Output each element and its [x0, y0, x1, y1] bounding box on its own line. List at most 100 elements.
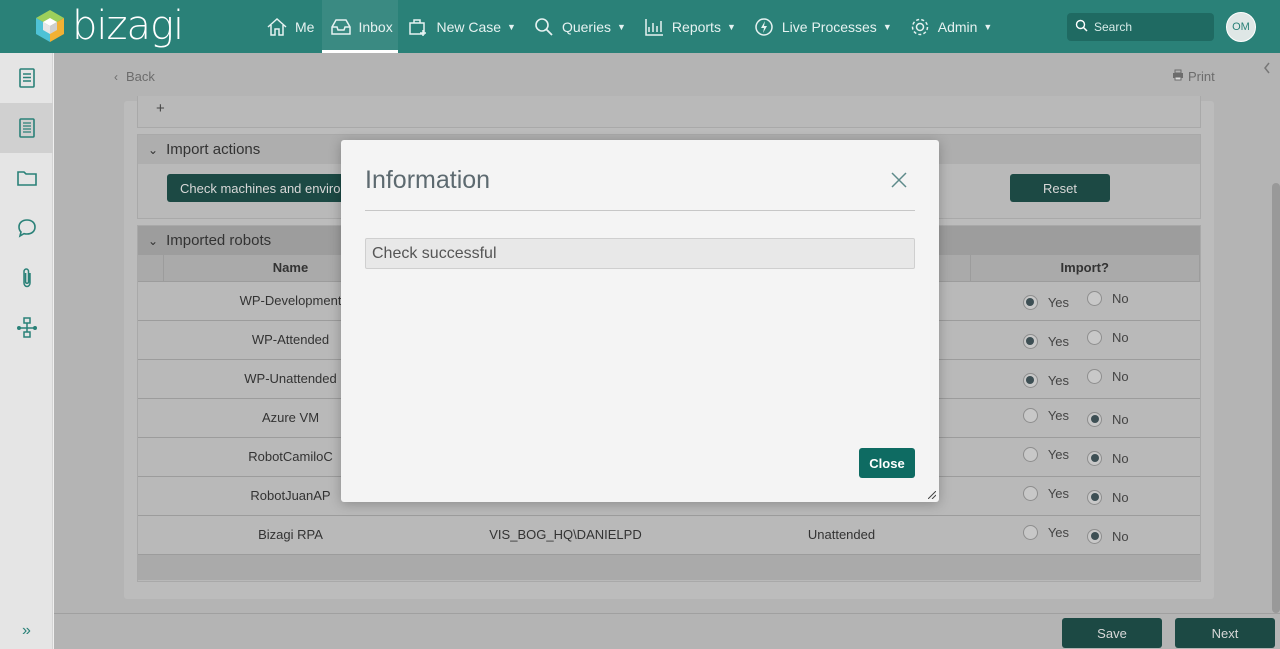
add-row-button[interactable]: +	[156, 100, 165, 117]
chevron-down-icon: ⌄	[148, 142, 159, 157]
row-select-cell	[138, 280, 163, 320]
next-button[interactable]: Next	[1175, 618, 1275, 648]
row-select-cell	[138, 514, 163, 554]
imported-robots-title: Imported robots	[166, 232, 272, 249]
dialog-title: Information	[365, 166, 491, 194]
chevron-left-icon	[1264, 62, 1270, 74]
nav-me[interactable]: Me	[257, 0, 322, 53]
back-link[interactable]: ‹ Back	[114, 69, 155, 84]
nav-me-label: Me	[295, 18, 315, 35]
dialog-close-button[interactable]: Close	[859, 448, 915, 478]
information-dialog: Information Check successful Close	[341, 140, 939, 502]
inbox-icon	[330, 15, 352, 39]
user-avatar[interactable]: OM	[1226, 12, 1256, 42]
radio-circle-icon	[1022, 525, 1038, 541]
chevron-down-icon: ▼	[983, 21, 993, 32]
chevron-down-icon: ▼	[507, 21, 516, 32]
radio-circle-icon	[1087, 291, 1103, 307]
radio-circle-icon	[1022, 447, 1038, 463]
import-yes-radio[interactable]: Yes	[1022, 333, 1070, 349]
no-label: No	[1112, 330, 1129, 346]
sidebar-item-attachments[interactable]	[0, 253, 53, 303]
import-no-radio[interactable]: No	[1087, 528, 1129, 544]
case-list-icon	[18, 118, 35, 138]
radio-circle-icon	[1022, 486, 1038, 502]
main-nav: Me Inbox New Case ▼ Queries ▼ Reports ▼ …	[257, 0, 1000, 53]
radio-circle-icon	[1087, 411, 1103, 427]
robot-import-cell: Yes No	[970, 319, 1200, 359]
import-no-radio[interactable]: No	[1087, 411, 1129, 427]
robot-import-cell: Yes No	[970, 280, 1200, 320]
gear-icon	[908, 15, 932, 39]
sidebar-item-cases[interactable]	[0, 103, 53, 153]
nav-queries[interactable]: Queries ▼	[524, 0, 634, 53]
robot-import-cell: Yes No	[970, 358, 1200, 398]
radio-circle-icon	[1087, 330, 1103, 346]
radio-circle-icon	[1022, 372, 1038, 388]
yes-label: Yes	[1047, 294, 1070, 310]
import-yes-radio[interactable]: Yes	[1022, 447, 1070, 463]
search-box[interactable]	[1067, 13, 1214, 41]
save-button[interactable]: Save	[1062, 618, 1162, 648]
sidebar-item-process-map[interactable]	[0, 303, 53, 353]
bizagi-logo[interactable]: bizagi	[34, 3, 184, 49]
import-no-radio[interactable]: No	[1087, 450, 1129, 466]
no-label: No	[1112, 411, 1129, 427]
yes-label: Yes	[1047, 333, 1070, 349]
paperclip-icon	[22, 268, 31, 288]
nav-new-case-label: New Case	[436, 18, 502, 35]
row-select-cell	[138, 397, 163, 437]
nav-inbox[interactable]: Inbox	[322, 0, 399, 53]
top-panel: +	[137, 96, 1201, 128]
sidebar-item-work-portal[interactable]	[0, 53, 53, 103]
import-no-radio[interactable]: No	[1087, 330, 1129, 346]
row-select-cell	[138, 475, 163, 515]
bottom-action-bar: Save Next	[54, 613, 1280, 649]
chevron-down-icon: ▼	[882, 21, 892, 32]
bizagi-logo-icon	[36, 10, 64, 42]
check-machines-button[interactable]: Check machines and environ	[167, 174, 367, 202]
collapse-panel-button[interactable]	[1254, 53, 1280, 83]
yes-label: Yes	[1047, 447, 1070, 463]
row-select-cell	[138, 319, 163, 359]
import-no-radio[interactable]: No	[1087, 291, 1129, 307]
import-yes-radio[interactable]: Yes	[1022, 372, 1070, 388]
radio-circle-icon	[1022, 294, 1038, 310]
document-list-icon	[18, 68, 35, 88]
import-yes-radio[interactable]: Yes	[1022, 486, 1070, 502]
page-scrollbar[interactable]	[1272, 183, 1280, 613]
dialog-close-icon[interactable]	[887, 168, 911, 192]
sidebar-item-folders[interactable]	[0, 153, 53, 203]
home-icon	[265, 15, 289, 39]
radio-circle-icon	[1022, 408, 1038, 424]
import-yes-radio[interactable]: Yes	[1022, 525, 1069, 541]
nav-reports[interactable]: Reports ▼	[634, 0, 744, 53]
select-column-header	[138, 255, 164, 281]
sidebar-item-comments[interactable]	[0, 203, 53, 253]
yes-label: Yes	[1047, 372, 1070, 388]
back-label: Back	[126, 69, 155, 84]
reset-button[interactable]: Reset	[1010, 174, 1110, 202]
resize-handle-icon[interactable]	[928, 491, 936, 499]
nav-new-case[interactable]: New Case ▼	[398, 0, 524, 53]
nav-live-processes-label: Live Processes	[781, 18, 877, 35]
radio-circle-icon	[1022, 333, 1038, 349]
import-no-radio[interactable]: No	[1087, 369, 1129, 385]
print-label: Print	[1188, 69, 1215, 84]
no-label: No	[1112, 369, 1129, 385]
nav-admin[interactable]: Admin ▼	[900, 0, 1001, 53]
import-no-radio[interactable]: No	[1087, 489, 1129, 505]
folder-icon	[16, 171, 37, 186]
logo-text: bizagi	[72, 3, 184, 49]
new-case-icon	[406, 15, 430, 39]
robot-name-cell: Bizagi RPA	[163, 514, 418, 554]
search-input[interactable]	[1094, 20, 1204, 34]
nav-live-processes[interactable]: Live Processes ▼	[744, 0, 900, 53]
import-yes-radio[interactable]: Yes	[1022, 408, 1070, 424]
import-column-header[interactable]: Import?	[970, 255, 1200, 281]
yes-label: Yes	[1047, 486, 1070, 502]
import-yes-radio[interactable]: Yes	[1022, 294, 1070, 310]
expand-sidebar-icon[interactable]: »	[0, 619, 53, 643]
yes-label: Yes	[1047, 408, 1070, 424]
print-link[interactable]: Print	[1172, 69, 1215, 84]
